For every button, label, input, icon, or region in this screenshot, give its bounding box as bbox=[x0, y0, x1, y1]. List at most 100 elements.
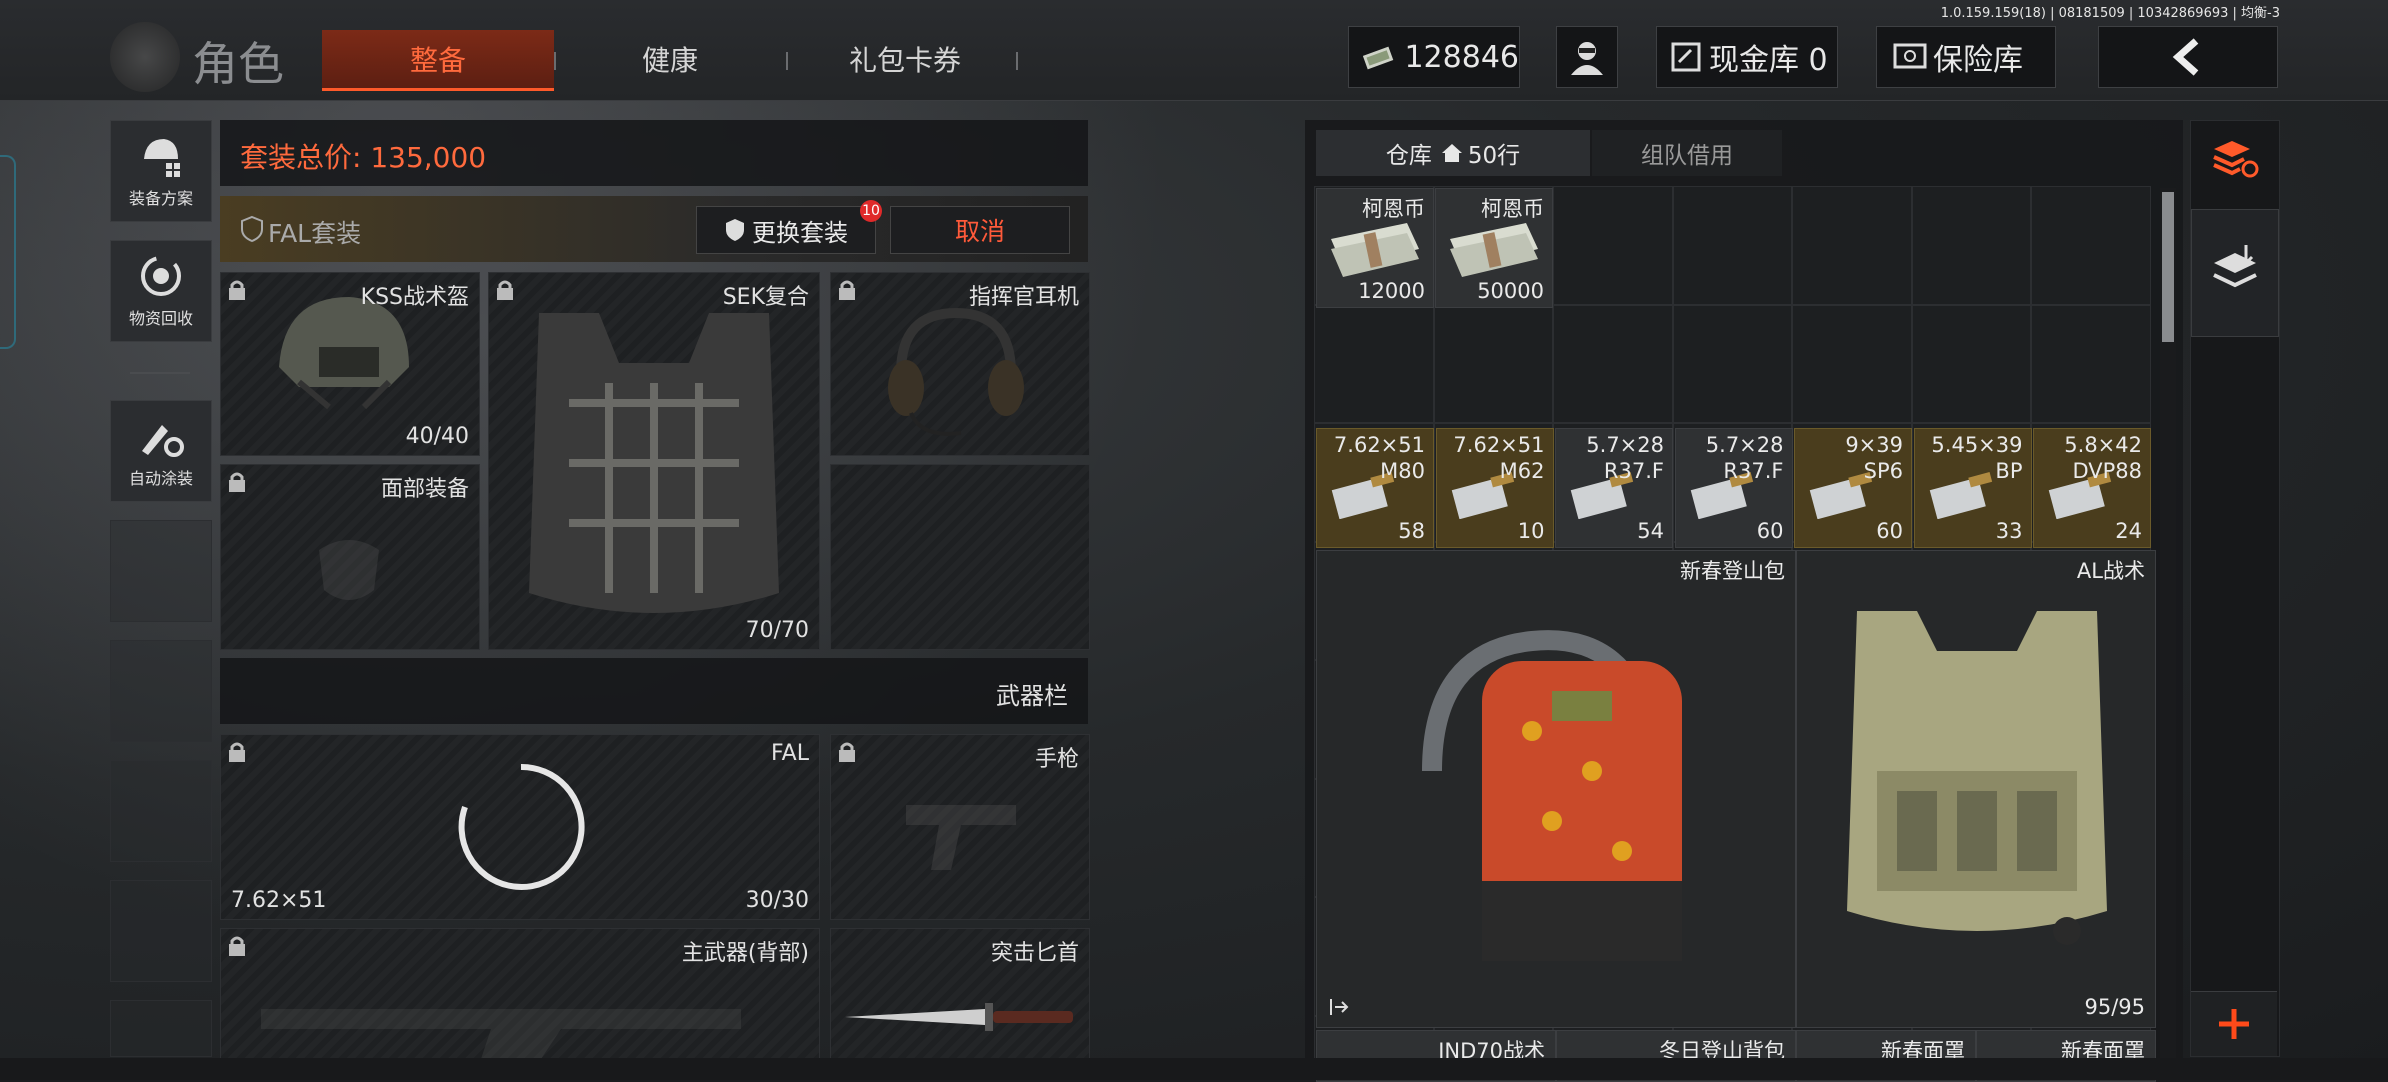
tab-separator bbox=[554, 52, 556, 70]
pistol-slot[interactable]: 手枪 bbox=[830, 734, 1090, 920]
grid-cell[interactable] bbox=[1553, 304, 1673, 423]
headset-image bbox=[888, 307, 1024, 436]
grid-cell[interactable] bbox=[1314, 304, 1434, 423]
item-name: 新春登山包 bbox=[1680, 559, 1785, 583]
ammo-count: 58 bbox=[1398, 519, 1425, 543]
ammo-item[interactable]: 9×39 SP6 60 bbox=[1794, 428, 1912, 548]
slot-label: 主武器(背部) bbox=[681, 941, 809, 966]
cash-stack-image bbox=[1450, 223, 1538, 277]
ammo-box-icon bbox=[1929, 472, 1992, 519]
coin-stack-item[interactable]: 柯恩币 12000 bbox=[1316, 188, 1434, 308]
grid-cell[interactable] bbox=[1911, 186, 2031, 305]
ammo-item[interactable]: 7.62×51 M80 58 bbox=[1316, 428, 1434, 548]
add-button[interactable] bbox=[2191, 991, 2277, 1056]
version-text: 1.0.159.159(18) | 08181509 | 10342869693… bbox=[1940, 6, 2280, 21]
headset-slot[interactable]: 指挥官耳机 bbox=[830, 272, 1090, 456]
grid-cell[interactable] bbox=[1672, 304, 1792, 423]
cash-vault-button[interactable]: 现金库 0 bbox=[1656, 26, 1838, 88]
warehouse-scrollbar[interactable] bbox=[2160, 188, 2176, 1058]
ammo-caliber: 7.62×51 bbox=[1333, 433, 1425, 457]
ammo-type: M62 bbox=[1499, 459, 1545, 483]
grid-cell[interactable] bbox=[1433, 304, 1553, 423]
grid-cell[interactable] bbox=[2031, 186, 2151, 305]
globe-logo-icon bbox=[110, 22, 180, 92]
ammo-item[interactable]: 5.45×39 BP 33 bbox=[1913, 428, 2032, 548]
recycle-icon bbox=[141, 256, 181, 296]
stash-transfer-button[interactable] bbox=[2191, 209, 2279, 337]
grid-cell[interactable] bbox=[2031, 304, 2151, 423]
grid-cell[interactable] bbox=[1672, 186, 1792, 305]
backpack-item[interactable]: 新春登山包 bbox=[1316, 550, 1796, 1028]
primary-weapon-slot[interactable]: FAL 7.62×51 30/30 bbox=[220, 734, 820, 920]
chevron-left-icon bbox=[2172, 38, 2199, 76]
tab-team-borrow[interactable]: 组队借用 bbox=[1592, 130, 1782, 176]
slot-durability: 40/40 bbox=[405, 424, 469, 449]
back-button[interactable] bbox=[2098, 26, 2278, 88]
ammo-type: SP6 bbox=[1863, 459, 1903, 483]
right-tool-bar bbox=[2190, 120, 2280, 1057]
ammo-count: 33 bbox=[1995, 519, 2023, 543]
tab-separator bbox=[1016, 52, 1018, 70]
helmet-slot[interactable]: KSS战术盔 40/40 bbox=[220, 272, 480, 456]
tab-health[interactable]: 健康 bbox=[570, 30, 770, 88]
grid-cell[interactable] bbox=[1792, 186, 1912, 305]
agent-button[interactable] bbox=[1556, 26, 1618, 88]
ammo-item[interactable]: 5.7×28 R37.F 54 bbox=[1555, 428, 1673, 548]
insurance-vault-button[interactable]: 保险库 bbox=[1876, 26, 2056, 88]
slot-label: KSS战术盔 bbox=[360, 285, 469, 310]
warehouse-label: 仓库 bbox=[1385, 143, 1432, 169]
ammo-count: 30/30 bbox=[745, 888, 809, 913]
loadout-plan-button[interactable]: 装备方案 bbox=[110, 120, 212, 222]
caliber-label: 7.62×51 bbox=[231, 888, 327, 913]
money-display[interactable]: 128846 bbox=[1348, 26, 1520, 88]
scrollbar-thumb[interactable] bbox=[2162, 192, 2174, 342]
item-name: AL战术 bbox=[2076, 559, 2145, 583]
change-suit-label: 更换套装 bbox=[752, 218, 848, 247]
tab-gift-coupons[interactable]: 礼包卡券 bbox=[800, 30, 1010, 88]
slot-label: SEK复合 bbox=[722, 285, 809, 310]
vault-icon bbox=[1671, 42, 1701, 72]
plus-icon bbox=[2219, 1009, 2249, 1039]
camo-vest-image bbox=[1847, 611, 2107, 945]
grid-cell[interactable] bbox=[1792, 304, 1912, 423]
loading-spinner-icon bbox=[458, 763, 585, 890]
side-slot-empty bbox=[110, 880, 212, 982]
tab-warehouse[interactable]: 仓库 50行 bbox=[1316, 130, 1590, 176]
change-suit-button[interactable]: 更换套装 bbox=[696, 206, 876, 254]
back-weapon-slot[interactable]: 主武器(背部) bbox=[220, 928, 820, 1062]
left-edge-tab[interactable] bbox=[0, 155, 16, 349]
auto-paint-button[interactable]: 自动涂装 bbox=[110, 400, 212, 502]
safe-icon bbox=[1893, 43, 1927, 69]
lock-icon bbox=[229, 742, 245, 762]
backpack-image bbox=[1422, 630, 1682, 961]
ammo-caliber: 5.8×42 bbox=[2064, 433, 2142, 457]
supply-recycle-button[interactable]: 物资回收 bbox=[110, 240, 212, 342]
tactical-vest-item[interactable]: AL战术 95/95 bbox=[1796, 550, 2156, 1028]
face-mask-placeholder-icon bbox=[319, 540, 379, 600]
ammo-count: 54 bbox=[1637, 519, 1664, 543]
side-slot-empty bbox=[110, 520, 212, 622]
cancel-button[interactable]: 取消 bbox=[890, 206, 1070, 254]
cash-stack-image bbox=[1331, 223, 1419, 277]
side-label: 物资回收 bbox=[128, 309, 193, 328]
tab-prepare[interactable]: 整备 bbox=[322, 30, 554, 91]
bottom-strip bbox=[0, 1058, 2388, 1080]
armor-slot[interactable]: SEK复合 70/70 bbox=[488, 272, 820, 650]
divider bbox=[130, 372, 190, 374]
grid-cell[interactable] bbox=[1911, 304, 2031, 423]
ammo-item[interactable]: 5.8×42 DVP88 24 bbox=[2033, 428, 2151, 548]
shield-icon bbox=[241, 215, 263, 243]
face-slot[interactable]: 面部装备 bbox=[220, 464, 480, 650]
coin-stack-item[interactable]: 柯恩币 50000 bbox=[1435, 188, 1553, 308]
loadout-total-bar: 套装总价: 135,000 bbox=[220, 120, 1088, 186]
slot-label: 手枪 bbox=[1034, 747, 1079, 772]
ammo-type: DVP88 bbox=[2072, 459, 2142, 483]
grid-cell[interactable] bbox=[1553, 186, 1673, 305]
empty-gear-slot[interactable] bbox=[830, 464, 1090, 650]
ammo-item[interactable]: 7.62×51 M62 10 bbox=[1435, 428, 1554, 548]
ammo-caliber: 7.62×51 bbox=[1453, 433, 1545, 457]
ammo-item[interactable]: 5.7×28 R37.F 60 bbox=[1674, 428, 1793, 548]
sort-button[interactable] bbox=[2191, 121, 2279, 201]
knife-slot[interactable]: 突击匕首 bbox=[830, 928, 1090, 1062]
ammo-caliber: 9×39 bbox=[1845, 433, 1903, 457]
